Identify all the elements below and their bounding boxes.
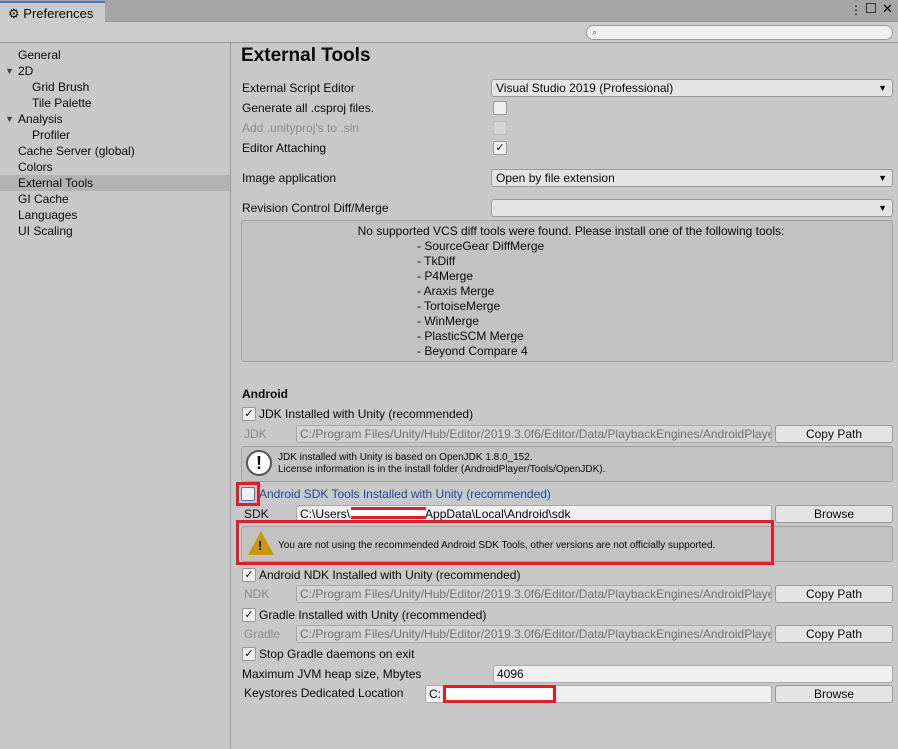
search-icon: ⌕ [592,27,598,37]
gradle-path-field: C:/Program Files/Unity/Hub/Editor/2019.3… [296,625,772,643]
ndk-path-field: C:/Program Files/Unity/Hub/Editor/2019.3… [296,585,772,603]
keystores-browse-button[interactable]: Browse [775,685,893,703]
jdk-path-field: C:/Program Files/Unity/Hub/Editor/2019.3… [296,425,772,443]
path-suffix: AppData\Local\Android\sdk [425,507,571,521]
gradle-label: Gradle [244,627,281,641]
dropdown-arrow-icon: ▼ [878,173,887,183]
redaction [351,507,426,519]
heap-label: Maximum JVM heap size, Mbytes [242,667,422,681]
unityproj-checkbox [493,121,507,135]
sidebar-item-colors[interactable]: Colors [0,159,230,175]
search-input[interactable]: ⌕ [586,25,893,40]
highlight-box [236,520,774,565]
highlight-box [236,482,260,506]
vcs-tool: - TortoiseMerge [417,299,501,313]
info-icon: ! [246,450,272,476]
window-title: Preferences [23,6,94,21]
sdk-browse-button[interactable]: Browse [775,505,893,523]
jdk-info-line: JDK installed with Unity is based on Ope… [278,452,533,463]
menu-icon[interactable]: ⋮ [850,3,862,17]
sidebar-item-2d[interactable]: ▼ 2D [0,63,230,79]
ndk-label: NDK [244,587,270,601]
ndk-check-label: Android NDK Installed with Unity (recomm… [259,568,521,582]
sdk-check-label: Android SDK Tools Installed with Unity (… [259,487,551,501]
revision-dropdown[interactable]: ▼ [491,199,893,217]
script-editor-dropdown[interactable]: Visual Studio 2019 (Professional) ▼ [491,79,893,97]
ndk-copy-path-button[interactable]: Copy Path [775,585,893,603]
vcs-tool: - WinMerge [417,314,480,328]
vcs-tool: - SourceGear DiffMerge [417,239,545,253]
gradle-checkbox[interactable]: ✓ [242,608,256,622]
jdk-copy-path-button[interactable]: Copy Path [775,425,893,443]
android-heading: Android [242,387,288,401]
expand-triangle-icon[interactable]: ▼ [5,63,14,79]
editor-attaching-checkbox[interactable]: ✓ [493,141,507,155]
toolbar: ⌕ [0,22,898,43]
vcs-tool: - P4Merge [417,269,474,283]
page-title: External Tools [241,45,371,66]
path-prefix: C:\Users\ [300,507,351,521]
close-icon[interactable]: ✕ [882,1,893,17]
tab-bar: ⚙ Preferences ⋮ ✕ [0,0,898,22]
sidebar-item-ui-scaling[interactable]: UI Scaling [0,223,230,239]
vcs-tool: - TkDiff [417,254,456,268]
csproj-label: Generate all .csproj files. [242,101,375,115]
sidebar-item-cache-server[interactable]: Cache Server (global) [0,143,230,159]
sidebar-item-gi-cache[interactable]: GI Cache [0,191,230,207]
label: 2D [18,64,34,78]
maximize-icon[interactable] [866,3,876,13]
expand-triangle-icon[interactable]: ▼ [5,111,14,127]
sidebar-item-grid-brush[interactable]: Grid Brush [0,79,230,95]
sidebar-item-languages[interactable]: Languages [0,207,230,223]
redaction [443,685,556,703]
dropdown-arrow-icon: ▼ [878,83,887,93]
sidebar-item-external-tools[interactable]: External Tools [0,175,230,191]
jdk-info-box: ! JDK installed with Unity is based on O… [241,446,893,482]
csproj-checkbox[interactable] [493,101,507,115]
script-editor-label: External Script Editor [242,81,355,95]
jdk-label: JDK [244,427,267,441]
image-app-label: Image application [242,171,337,185]
vcs-help-box: No supported VCS diff tools were found. … [241,220,893,362]
ndk-checkbox[interactable]: ✓ [242,568,256,582]
image-app-dropdown[interactable]: Open by file extension ▼ [491,169,893,187]
heap-size-input[interactable]: 4096 [493,665,893,683]
gradle-check-label: Gradle Installed with Unity (recommended… [259,608,487,622]
unityproj-label: Add .unityproj's to .sln [242,121,360,135]
sidebar-item-tile-palette[interactable]: Tile Palette [0,95,230,111]
editor-attaching-label: Editor Attaching [242,141,327,155]
gradle-copy-path-button[interactable]: Copy Path [775,625,893,643]
vcs-tool: - PlasticSCM Merge [417,329,524,343]
sidebar-item-general[interactable]: General [0,47,230,63]
jdk-check-label: JDK Installed with Unity (recommended) [259,407,474,421]
value: Open by file extension [496,171,615,185]
vcs-tool: - Beyond Compare 4 [417,344,528,358]
label: Analysis [18,112,63,126]
tab-preferences[interactable]: ⚙ Preferences [0,1,105,22]
keystores-label: Keystores Dedicated Location [244,686,404,700]
value: Visual Studio 2019 (Professional) [496,81,674,95]
stop-gradle-label: Stop Gradle daemons on exit [259,647,415,661]
sidebar-item-analysis[interactable]: ▼ Analysis [0,111,230,127]
jdk-checkbox[interactable]: ✓ [242,407,256,421]
sidebar: General ▼ 2D Grid Brush Tile Palette ▼ Ana… [0,43,231,749]
sidebar-item-profiler[interactable]: Profiler [0,127,230,143]
revision-label: Revision Control Diff/Merge [242,201,389,215]
vcs-message: No supported VCS diff tools were found. … [357,224,785,238]
gear-icon: ⚙ [8,6,20,21]
vcs-tool: - Araxis Merge [417,284,495,298]
dropdown-arrow-icon: ▼ [878,203,887,213]
stop-gradle-checkbox[interactable]: ✓ [242,647,256,661]
jdk-info-line: License information is in the install fo… [278,464,606,475]
